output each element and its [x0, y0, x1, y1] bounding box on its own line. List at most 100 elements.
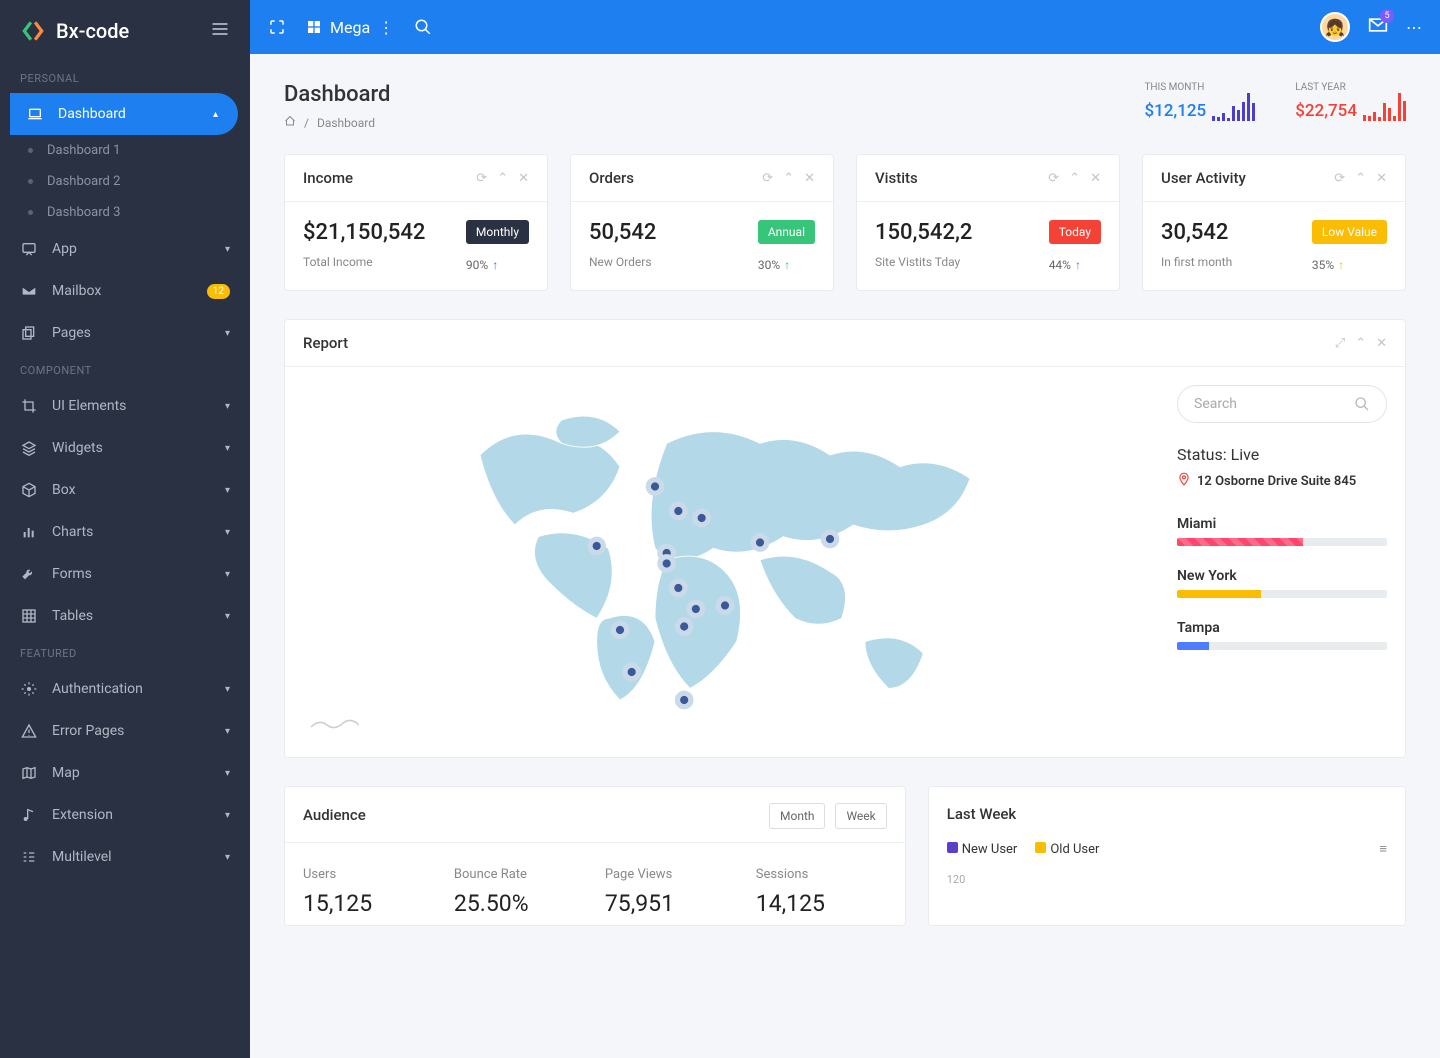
section-component: COMPONENT [0, 354, 250, 385]
chevron-down-icon: ▾ [225, 768, 230, 779]
visits-value: 150,542,2 [875, 220, 972, 245]
chat-icon [20, 240, 38, 258]
ministat-month-label: THIS MONTH [1144, 82, 1255, 93]
mail-icon [20, 282, 38, 300]
chevron-down-icon: ▾ [225, 485, 230, 496]
refresh-icon[interactable]: ⟳ [476, 171, 487, 186]
page-title: Dashboard [284, 82, 390, 107]
nav-dashboard-1[interactable]: Dashboard 1 [0, 135, 250, 166]
cube-icon [20, 481, 38, 499]
home-icon[interactable] [284, 115, 296, 130]
copy-icon [20, 324, 38, 342]
nav-ui-elements[interactable]: UI Elements▾ [0, 385, 250, 427]
card-orders: Orders⟳⌃✕ 50,542New Orders Annual30%↑ [570, 154, 834, 291]
nav-dashboard-2[interactable]: Dashboard 2 [0, 166, 250, 197]
arrow-up-icon: ↑ [784, 258, 790, 272]
card-income: Income⟳⌃✕ $21,150,542Total Income Monthl… [284, 154, 548, 291]
report-status: Status: Live [1177, 445, 1387, 464]
income-value: $21,150,542 [303, 220, 425, 245]
nav-pages[interactable]: Pages ▾ [0, 312, 250, 354]
gear-icon [20, 680, 38, 698]
legend-old-swatch [1035, 842, 1046, 853]
nav-charts[interactable]: Charts▾ [0, 511, 250, 553]
nav-widgets[interactable]: Widgets▾ [0, 427, 250, 469]
nav-box[interactable]: Box▾ [0, 469, 250, 511]
lastweek-card: Last Week New User Old User ≡ 120 [928, 786, 1406, 926]
expand-icon[interactable]: ⤢ [1335, 336, 1345, 351]
list-icon [20, 848, 38, 866]
close-icon[interactable]: ✕ [1090, 171, 1101, 186]
pin-icon [1177, 472, 1191, 490]
orders-tag: Annual [758, 220, 815, 244]
refresh-icon[interactable]: ⟳ [762, 171, 773, 186]
breadcrumb: / Dashboard [284, 115, 390, 130]
mailbox-badge: 12 [207, 284, 230, 299]
aud-stat: Sessions14,125 [756, 867, 887, 917]
city-bar [1177, 642, 1387, 650]
chart-menu-icon[interactable]: ≡ [1379, 841, 1387, 857]
city-bar [1177, 590, 1387, 598]
section-personal: PERSONAL [0, 62, 250, 93]
aud-stat: Bounce Rate25.50% [454, 867, 585, 917]
chevron-up-icon[interactable]: ⌃ [783, 171, 794, 186]
nav-app[interactable]: App ▾ [0, 228, 250, 270]
refresh-icon[interactable]: ⟳ [1048, 171, 1059, 186]
nav-auth[interactable]: Authentication▾ [0, 668, 250, 710]
world-map[interactable] [303, 385, 1147, 739]
aud-stat: Users15,125 [303, 867, 434, 917]
income-tag: Monthly [466, 220, 529, 244]
nav-extension[interactable]: Extension▾ [0, 794, 250, 836]
arrow-up-icon: ↑ [492, 258, 498, 272]
nav-dashboard[interactable]: Dashboard ▴ [10, 93, 238, 135]
nav-tables[interactable]: Tables▾ [0, 595, 250, 637]
chevron-down-icon: ▾ [225, 443, 230, 454]
nav-errors[interactable]: Error Pages▾ [0, 710, 250, 752]
nav-dashboard-3[interactable]: Dashboard 3 [0, 197, 250, 228]
sidebar-toggle-icon[interactable] [210, 19, 230, 44]
audience-card: Audience Month Week Users15,125Bounce Ra… [284, 786, 906, 926]
chevron-down-icon: ▾ [225, 611, 230, 622]
search-icon[interactable] [414, 18, 432, 36]
nav-mailbox[interactable]: Mailbox 12 [0, 270, 250, 312]
nav-multilevel[interactable]: Multilevel▾ [0, 836, 250, 878]
chevron-up-icon: ▴ [213, 109, 218, 120]
wrench-icon [20, 565, 38, 583]
fullscreen-icon[interactable] [268, 18, 286, 36]
nav-map[interactable]: Map▾ [0, 752, 250, 794]
map-icon [20, 764, 38, 782]
brand-row: Bx-code [0, 0, 250, 62]
chevron-up-icon[interactable]: ⌃ [1355, 171, 1366, 186]
close-icon[interactable]: ✕ [804, 171, 815, 186]
chevron-down-icon: ▾ [225, 852, 230, 863]
ministat-year-label: LAST YEAR [1295, 82, 1406, 93]
nav-forms[interactable]: Forms▾ [0, 553, 250, 595]
logo-icon [20, 18, 46, 44]
close-icon[interactable]: ✕ [1376, 336, 1387, 351]
search-icon [1354, 396, 1370, 412]
close-icon[interactable]: ✕ [518, 171, 529, 186]
avatar[interactable]: 👧 [1320, 12, 1350, 42]
chevron-down-icon: ▾ [225, 684, 230, 695]
city-new-york: New York [1177, 568, 1387, 584]
barchart-icon [20, 523, 38, 541]
refresh-icon[interactable]: ⟳ [1334, 171, 1345, 186]
arrow-up-icon: ↑ [1338, 258, 1344, 272]
chevron-up-icon[interactable]: ⌃ [497, 171, 508, 186]
mega-menu[interactable]: Mega ⋮ [306, 18, 394, 37]
laptop-icon [26, 105, 44, 123]
chevron-up-icon[interactable]: ⌃ [1355, 336, 1366, 351]
topbar-mail[interactable]: 5 [1368, 15, 1388, 39]
city-bar [1177, 538, 1387, 546]
more-icon[interactable]: ⋯ [1406, 18, 1422, 37]
chevron-up-icon[interactable]: ⌃ [1069, 171, 1080, 186]
close-icon[interactable]: ✕ [1376, 171, 1387, 186]
report-address: 12 Osborne Drive Suite 845 [1177, 472, 1387, 490]
audience-month-button[interactable]: Month [769, 803, 825, 829]
topbar: Mega ⋮ 👧 5 ⋯ [250, 0, 1440, 54]
mini-stats: THIS MONTH $12,125 LAST YEAR $22,754 [1144, 82, 1406, 121]
chevron-down-icon: ▾ [225, 401, 230, 412]
city-miami: Miami [1177, 516, 1387, 532]
audience-week-button[interactable]: Week [835, 803, 886, 829]
chevron-down-icon: ▾ [225, 328, 230, 339]
report-search[interactable]: Search [1177, 385, 1387, 423]
